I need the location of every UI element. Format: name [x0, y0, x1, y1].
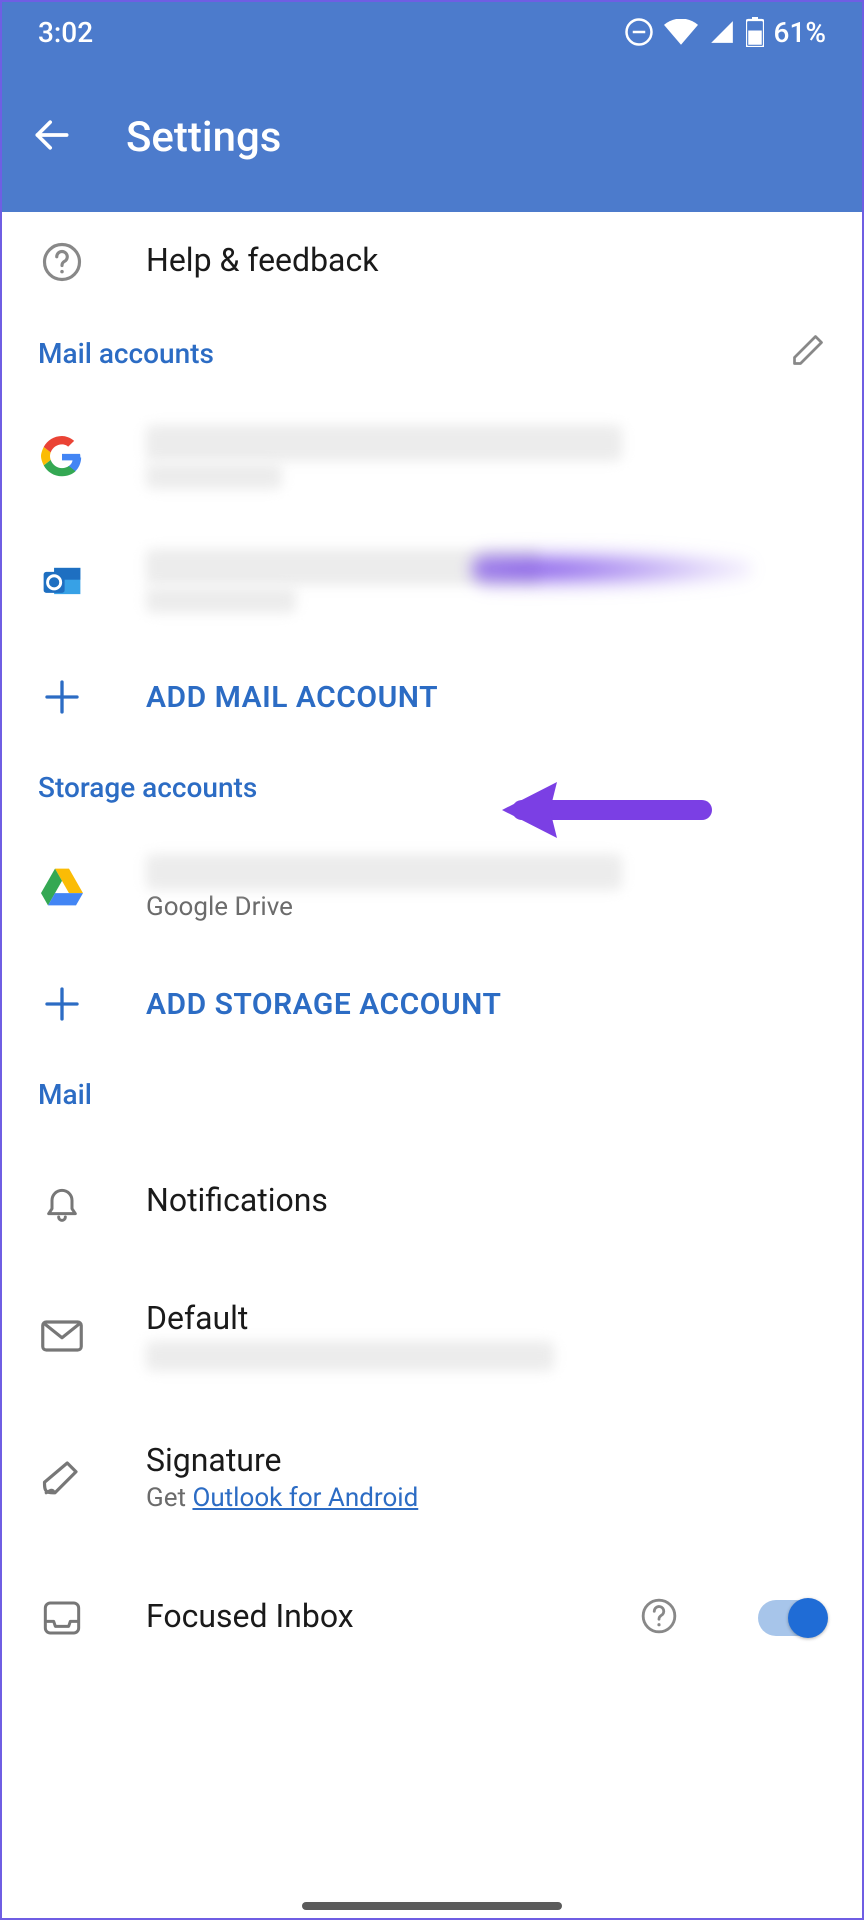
signal-icon: [708, 19, 736, 45]
signature-sub-prefix: Get: [146, 1483, 192, 1513]
bell-icon: [38, 1182, 86, 1222]
home-indicator: [302, 1902, 562, 1910]
add-mail-account-button[interactable]: ADD MAIL ACCOUNT: [2, 643, 862, 751]
notifications-label: Notifications: [146, 1181, 826, 1219]
blurred-text: [146, 463, 282, 489]
plus-icon: [38, 984, 86, 1024]
settings-content: Help & feedback Mail accounts A: [2, 212, 862, 1667]
outlook-icon: [38, 560, 86, 602]
blurred-text: [146, 854, 622, 890]
mail-accounts-section: Mail accounts: [2, 312, 862, 395]
add-storage-label: ADD STORAGE ACCOUNT: [146, 987, 826, 1022]
google-account-row[interactable]: [2, 395, 862, 519]
battery-percent: 61%: [774, 16, 826, 49]
help-label: Help & feedback: [146, 241, 826, 279]
inbox-icon: [38, 1598, 86, 1638]
notifications-row[interactable]: Notifications: [2, 1151, 862, 1271]
back-button[interactable]: [30, 113, 74, 161]
plus-icon: [38, 677, 86, 717]
google-icon: [38, 436, 86, 478]
help-icon: [640, 1597, 678, 1635]
pencil-icon: [790, 332, 826, 368]
help-icon: [38, 241, 86, 283]
section-title: Storage accounts: [38, 771, 257, 804]
focused-inbox-help[interactable]: [640, 1597, 678, 1639]
section-title: Mail: [38, 1078, 92, 1111]
section-title: Mail accounts: [38, 337, 214, 370]
default-label: Default: [146, 1299, 826, 1337]
focused-inbox-row[interactable]: Focused Inbox: [2, 1541, 862, 1667]
dnd-icon: [624, 17, 654, 47]
mail-icon: [38, 1319, 86, 1353]
signature-label: Signature: [146, 1441, 826, 1479]
blurred-text: [146, 587, 296, 613]
wifi-icon: [664, 19, 698, 45]
outlook-account-row[interactable]: [2, 519, 862, 643]
edit-accounts-button[interactable]: [790, 332, 826, 375]
signature-icon: [38, 1456, 86, 1498]
default-row[interactable]: Default: [2, 1271, 862, 1401]
blurred-text: [146, 425, 622, 461]
blurred-text: [472, 549, 752, 589]
outlook-android-link[interactable]: Outlook for Android: [192, 1483, 418, 1513]
blurred-text: [146, 1341, 554, 1371]
signature-sub: Get Outlook for Android: [146, 1483, 826, 1513]
status-bar: 3:02 61%: [2, 2, 862, 62]
storage-accounts-section: Storage accounts: [2, 751, 862, 824]
page-title: Settings: [126, 113, 281, 162]
google-drive-icon: [38, 868, 86, 906]
add-mail-label: ADD MAIL ACCOUNT: [146, 680, 826, 715]
mail-section: Mail: [2, 1058, 862, 1151]
focused-inbox-label: Focused Inbox: [146, 1597, 580, 1635]
status-time: 3:02: [38, 16, 93, 49]
battery-icon: [746, 17, 764, 47]
google-drive-sublabel: Google Drive: [146, 892, 826, 922]
signature-row[interactable]: Signature Get Outlook for Android: [2, 1401, 862, 1541]
status-icons: 61%: [624, 16, 826, 49]
arrow-left-icon: [30, 113, 74, 157]
focused-inbox-toggle[interactable]: [758, 1600, 826, 1636]
app-bar: Settings: [2, 62, 862, 212]
help-feedback-row[interactable]: Help & feedback: [2, 212, 862, 312]
google-drive-row[interactable]: Google Drive: [2, 824, 862, 950]
add-storage-account-button[interactable]: ADD STORAGE ACCOUNT: [2, 950, 862, 1058]
